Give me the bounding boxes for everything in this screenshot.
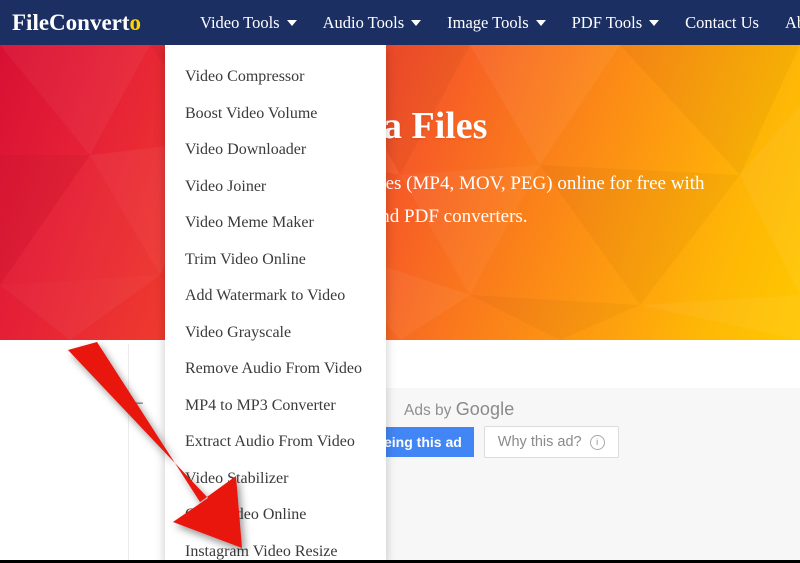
menu-item-video-joiner[interactable]: Video Joiner xyxy=(165,169,386,206)
nav-label: Contact Us xyxy=(685,12,759,32)
browser-page: Multimedia Files and edit multimedia fil… xyxy=(0,0,800,563)
nav-item-contact-us[interactable]: Contact Us xyxy=(672,0,772,45)
nav-items: Video Tools Audio Tools Image Tools PDF … xyxy=(187,0,800,45)
google-wordmark: Google xyxy=(455,399,515,419)
chevron-down-icon xyxy=(411,19,422,26)
stop-seeing-this-ad-button[interactable]: eing this ad xyxy=(372,427,474,457)
why-this-ad-label: Why this ad? xyxy=(497,434,582,450)
menu-item-boost-video-volume[interactable]: Boost Video Volume xyxy=(165,96,386,133)
carousel-prev-arrow-icon[interactable]: ← xyxy=(124,391,148,415)
info-icon: i xyxy=(589,434,605,450)
menu-item-instagram-video-resize[interactable]: Instagram Video Resize xyxy=(165,534,386,561)
content-divider xyxy=(128,344,129,560)
nav-label: About xyxy=(784,12,800,32)
nav-label: Image Tools xyxy=(447,12,529,32)
top-navigation-bar: FileConverto Video Tools Audio Tools Ima… xyxy=(0,0,800,45)
nav-label: Audio Tools xyxy=(322,12,405,32)
nav-label: PDF Tools xyxy=(571,12,643,32)
nav-item-image-tools[interactable]: Image Tools xyxy=(434,0,559,45)
menu-item-video-meme-maker[interactable]: Video Meme Maker xyxy=(165,205,386,242)
logo-text-accent: o xyxy=(129,9,142,35)
menu-item-crop-video-online[interactable]: Crop Video Online xyxy=(165,497,386,534)
nav-item-about[interactable]: About xyxy=(772,0,800,45)
why-this-ad-button[interactable]: Why this ad? i xyxy=(483,426,619,458)
site-logo[interactable]: FileConverto xyxy=(12,10,141,36)
menu-item-video-compressor[interactable]: Video Compressor xyxy=(165,59,386,96)
video-tools-dropdown-menu: Video Compressor Boost Video Volume Vide… xyxy=(165,45,386,561)
google-ad-panel: Ads by Google eing this ad Why this ad? … xyxy=(372,388,800,560)
chevron-down-icon xyxy=(286,19,297,26)
menu-item-add-watermark-to-video[interactable]: Add Watermark to Video xyxy=(165,278,386,315)
chevron-down-icon xyxy=(649,19,660,26)
menu-item-mp4-to-mp3-converter[interactable]: MP4 to MP3 Converter xyxy=(165,388,386,425)
nav-item-pdf-tools[interactable]: PDF Tools xyxy=(559,0,673,45)
menu-item-trim-video-online[interactable]: Trim Video Online xyxy=(165,242,386,279)
hero-banner: Multimedia Files and edit multimedia fil… xyxy=(0,45,800,340)
menu-item-video-stabilizer[interactable]: Video Stabilizer xyxy=(165,461,386,498)
nav-item-audio-tools[interactable]: Audio Tools xyxy=(310,0,435,45)
ads-by-google-label: Ads by Google xyxy=(404,399,514,420)
ad-action-buttons: eing this ad Why this ad? i xyxy=(372,426,619,458)
menu-item-remove-audio-from-video[interactable]: Remove Audio From Video xyxy=(165,351,386,388)
chevron-down-icon xyxy=(535,19,546,26)
nav-item-video-tools[interactable]: Video Tools xyxy=(187,0,310,45)
menu-item-video-downloader[interactable]: Video Downloader xyxy=(165,132,386,169)
ads-by-text: Ads by xyxy=(404,402,452,419)
menu-item-extract-audio-from-video[interactable]: Extract Audio From Video xyxy=(165,424,386,461)
menu-item-video-grayscale[interactable]: Video Grayscale xyxy=(165,315,386,352)
nav-label: Video Tools xyxy=(200,12,280,32)
logo-text-main: FileConvert xyxy=(12,9,130,35)
